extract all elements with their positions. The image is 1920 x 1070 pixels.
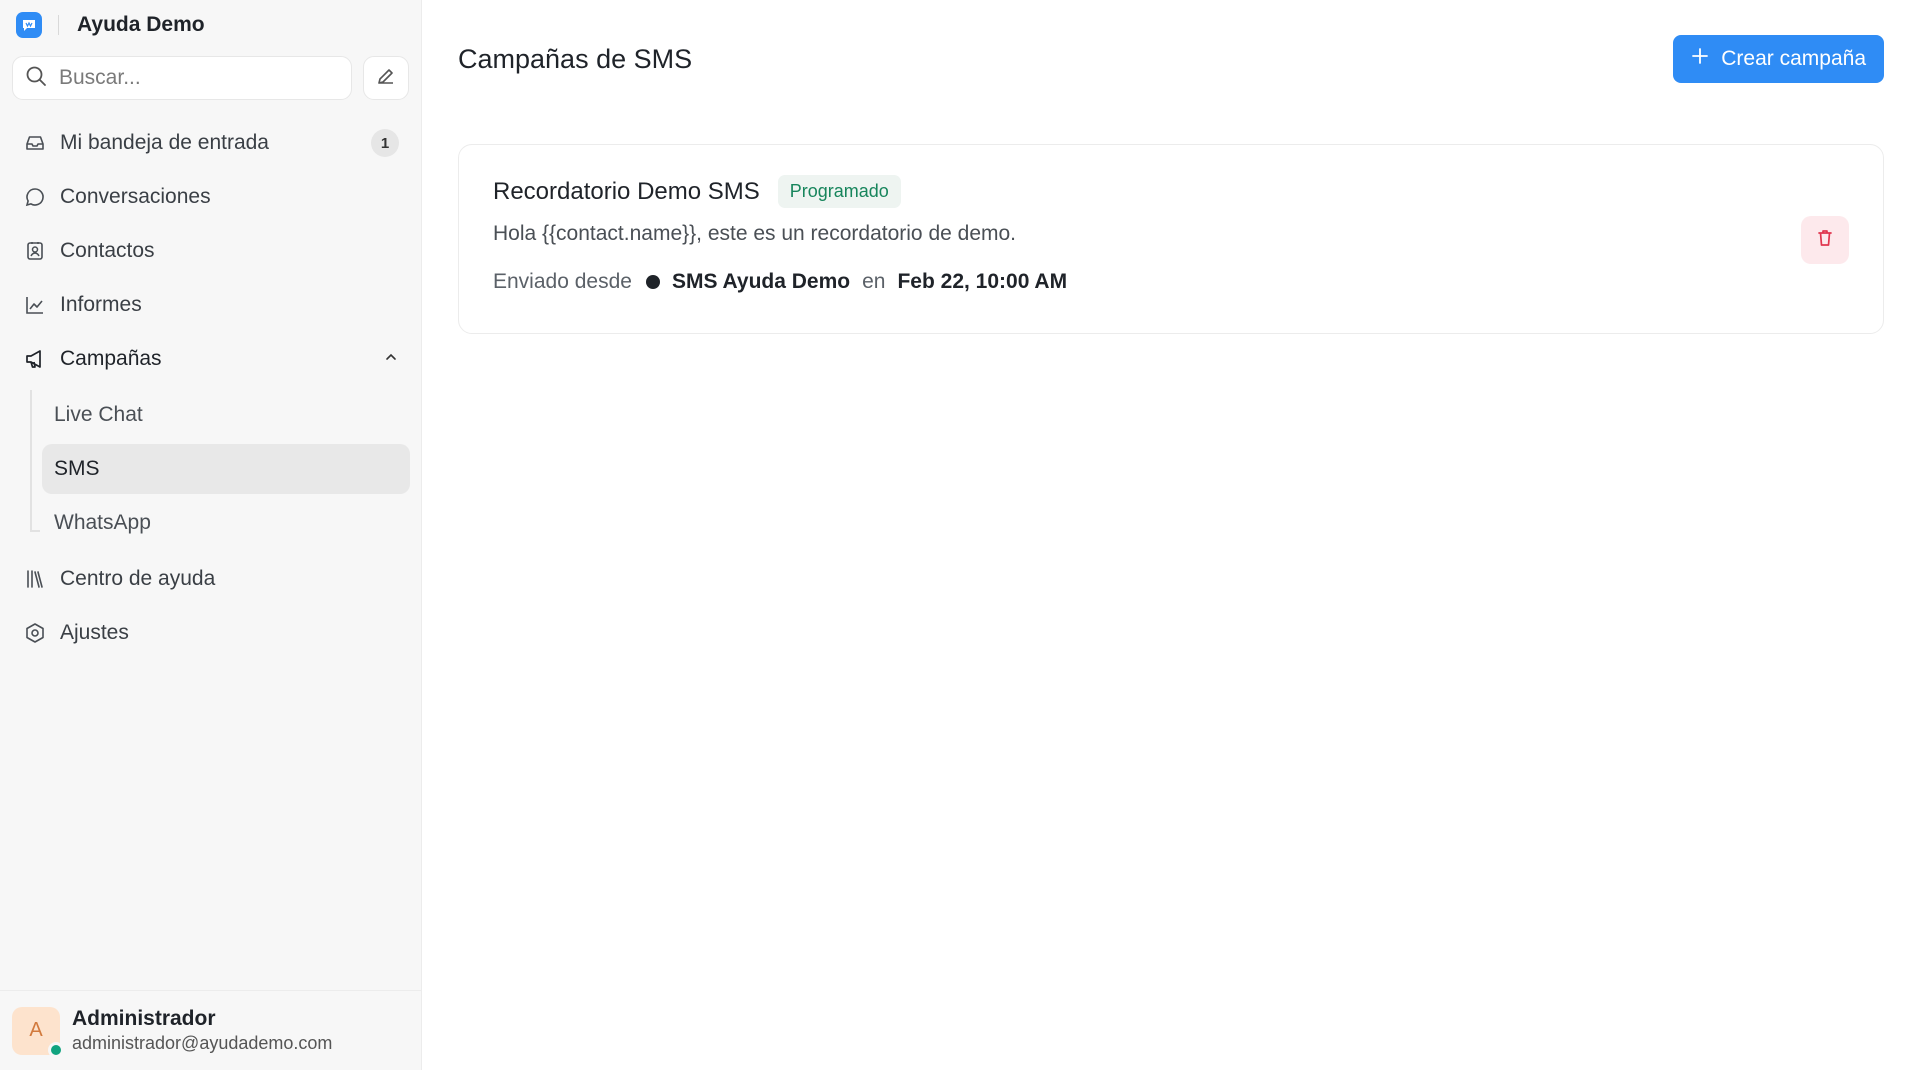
edit-pencil-icon <box>376 66 396 91</box>
inbox-count-badge: 1 <box>371 129 399 157</box>
sidebar: Ayuda Demo Mi bandeja de entrada <box>0 0 422 1070</box>
sidebar-item-contacts[interactable]: Contactos <box>12 224 409 278</box>
status-badge: Programado <box>777 175 901 208</box>
campaigns-subnav: Live Chat SMS WhatsApp <box>30 390 410 548</box>
search-box[interactable] <box>12 56 352 100</box>
on-label: en <box>862 270 886 293</box>
campaign-meta: Enviado desde SMS Ayuda Demo en Feb 22, … <box>493 270 1849 294</box>
chat-bubble-icon[interactable] <box>16 12 42 38</box>
subnav-rail-end <box>30 530 40 532</box>
inbox-name: SMS Ayuda Demo <box>671 270 851 293</box>
page-header: Campañas de SMS Crear campaña <box>458 0 1884 118</box>
sidebar-item-label: Campañas <box>60 347 162 370</box>
sidebar-item-help-center[interactable]: Centro de ayuda <box>12 552 409 606</box>
subnav-rail <box>30 390 32 532</box>
chevron-up-icon[interactable] <box>383 347 399 371</box>
campaign-title: Recordatorio Demo SMS <box>493 177 760 205</box>
inbox-tray-icon <box>22 130 48 156</box>
user-email: administrador@ayudademo.com <box>72 1033 333 1053</box>
main-content: Campañas de SMS Crear campaña Recordator… <box>422 0 1920 1070</box>
avatar-initial: A <box>29 1019 43 1041</box>
user-text: Administrador administrador@ayudademo.co… <box>72 1007 332 1054</box>
sidebar-item-label: Mi bandeja de entrada <box>60 131 269 154</box>
sidebar-item-label: Contactos <box>60 239 155 262</box>
search-input[interactable] <box>59 66 339 90</box>
chat-bubble-outline-icon <box>22 184 48 210</box>
sidebar-item-conversations[interactable]: Conversaciones <box>12 170 409 224</box>
sent-from-label: Enviado desde <box>493 270 632 293</box>
delete-campaign-button[interactable] <box>1801 216 1849 264</box>
avatar[interactable]: A <box>12 1006 64 1058</box>
sidebar-item-campaigns[interactable]: Campañas <box>12 332 409 386</box>
library-books-icon <box>22 566 48 592</box>
main-nav: Mi bandeja de entrada 1 Conversaciones C… <box>0 116 421 660</box>
trash-icon <box>1815 228 1835 253</box>
scheduled-at: Feb 22, 10:00 AM <box>897 270 1068 293</box>
sidebar-item-settings[interactable]: Ajustes <box>12 606 409 660</box>
contact-card-icon <box>22 238 48 264</box>
create-campaign-button[interactable]: Crear campaña <box>1673 35 1884 83</box>
account-name[interactable]: Ayuda Demo <box>77 13 205 37</box>
campaign-message: Hola {{contact.name}}, este es un record… <box>493 222 1017 245</box>
campaign-card-header: Recordatorio Demo SMS Programado <box>493 175 1849 208</box>
campaign-card[interactable]: Recordatorio Demo SMS Programado Hola {{… <box>458 144 1884 334</box>
line-chart-icon <box>22 292 48 318</box>
inbox-dot-icon <box>645 275 660 289</box>
create-campaign-label: Crear campaña <box>1721 47 1866 70</box>
app-root: Ayuda Demo Mi bandeja de entrada <box>0 0 1920 1070</box>
sidebar-item-label: Ajustes <box>60 621 129 644</box>
search-row <box>0 56 421 100</box>
sidebar-item-label: Informes <box>60 293 142 316</box>
sidebar-item-live-chat[interactable]: Live Chat <box>42 390 410 440</box>
user-profile[interactable]: A Administrador administrador@ayudademo.… <box>0 990 421 1070</box>
sidebar-item-reports[interactable]: Informes <box>12 278 409 332</box>
brand-header: Ayuda Demo <box>0 0 421 50</box>
user-name: Administrador <box>72 1007 216 1030</box>
online-status-dot <box>48 1041 64 1058</box>
sidebar-item-label: Centro de ayuda <box>60 567 216 590</box>
plus-icon <box>1691 47 1709 71</box>
compose-button[interactable] <box>363 56 409 100</box>
page-title: Campañas de SMS <box>458 43 693 74</box>
megaphone-icon <box>22 346 48 372</box>
brand-divider <box>58 15 59 35</box>
sidebar-item-label: Conversaciones <box>60 185 211 208</box>
search-icon <box>25 65 47 92</box>
sidebar-item-inbox[interactable]: Mi bandeja de entrada 1 <box>12 116 409 170</box>
sidebar-item-sms[interactable]: SMS <box>42 444 410 494</box>
sidebar-item-whatsapp[interactable]: WhatsApp <box>42 498 410 548</box>
settings-hexagon-icon <box>22 620 48 646</box>
